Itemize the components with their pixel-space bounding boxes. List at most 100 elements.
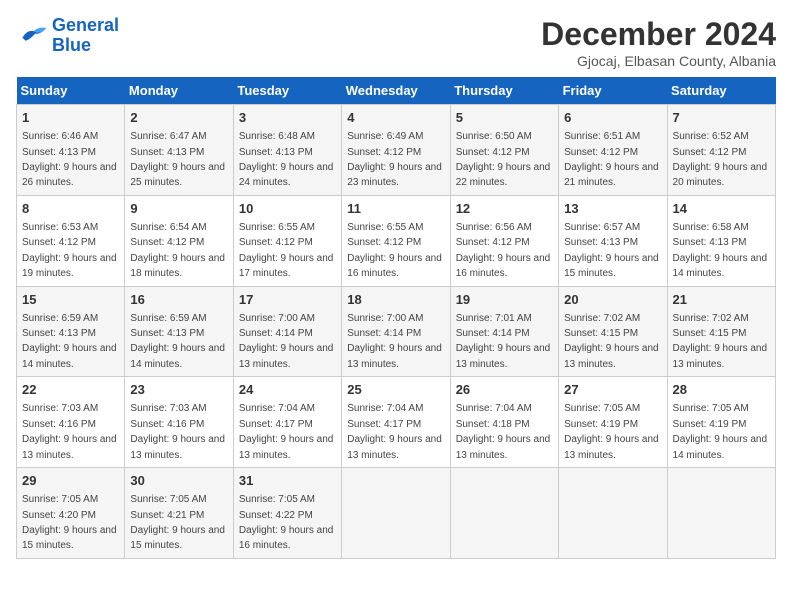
sunset-info: Sunset: 4:13 PM	[130, 328, 204, 339]
sunrise-info: Sunrise: 7:00 AM	[239, 313, 315, 324]
daylight-info: Daylight: 9 hours and 22 minutes.	[456, 162, 551, 188]
daylight-info: Daylight: 9 hours and 19 minutes.	[22, 253, 117, 279]
day-number: 28	[673, 381, 770, 399]
calendar-cell: 24 Sunrise: 7:04 AM Sunset: 4:17 PM Dayl…	[233, 377, 341, 468]
sunrise-info: Sunrise: 6:52 AM	[673, 131, 749, 142]
sunrise-info: Sunrise: 7:01 AM	[456, 313, 532, 324]
sunset-info: Sunset: 4:17 PM	[239, 419, 313, 430]
sunrise-info: Sunrise: 6:48 AM	[239, 131, 315, 142]
calendar-cell: 31 Sunrise: 7:05 AM Sunset: 4:22 PM Dayl…	[233, 468, 341, 559]
sunset-info: Sunset: 4:22 PM	[239, 510, 313, 521]
sunrise-info: Sunrise: 7:00 AM	[347, 313, 423, 324]
weekday-header-sunday: Sunday	[17, 77, 125, 105]
sunset-info: Sunset: 4:12 PM	[239, 237, 313, 248]
sunrise-info: Sunrise: 6:47 AM	[130, 131, 206, 142]
calendar-cell: 18 Sunrise: 7:00 AM Sunset: 4:14 PM Dayl…	[342, 286, 450, 377]
sunset-info: Sunset: 4:19 PM	[564, 419, 638, 430]
sunset-info: Sunset: 4:12 PM	[347, 147, 421, 158]
day-number: 10	[239, 200, 336, 218]
daylight-info: Daylight: 9 hours and 13 minutes.	[347, 343, 442, 369]
sunrise-info: Sunrise: 7:02 AM	[564, 313, 640, 324]
day-number: 20	[564, 291, 661, 309]
day-number: 29	[22, 472, 119, 490]
sunset-info: Sunset: 4:15 PM	[564, 328, 638, 339]
sunrise-info: Sunrise: 6:57 AM	[564, 222, 640, 233]
daylight-info: Daylight: 9 hours and 14 minutes.	[673, 434, 768, 460]
sunrise-info: Sunrise: 7:05 AM	[673, 403, 749, 414]
sunrise-info: Sunrise: 6:53 AM	[22, 222, 98, 233]
calendar-cell: 1 Sunrise: 6:46 AM Sunset: 4:13 PM Dayli…	[17, 105, 125, 196]
sunset-info: Sunset: 4:14 PM	[239, 328, 313, 339]
calendar-cell: 19 Sunrise: 7:01 AM Sunset: 4:14 PM Dayl…	[450, 286, 558, 377]
sunrise-info: Sunrise: 7:05 AM	[239, 494, 315, 505]
sunset-info: Sunset: 4:19 PM	[673, 419, 747, 430]
day-number: 30	[130, 472, 227, 490]
daylight-info: Daylight: 9 hours and 26 minutes.	[22, 162, 117, 188]
weekday-header-friday: Friday	[559, 77, 667, 105]
calendar-cell: 15 Sunrise: 6:59 AM Sunset: 4:13 PM Dayl…	[17, 286, 125, 377]
calendar-cell	[667, 468, 775, 559]
month-title: December 2024	[541, 16, 776, 53]
calendar-cell: 9 Sunrise: 6:54 AM Sunset: 4:12 PM Dayli…	[125, 195, 233, 286]
day-number: 11	[347, 200, 444, 218]
sunset-info: Sunset: 4:14 PM	[347, 328, 421, 339]
sunset-info: Sunset: 4:13 PM	[564, 237, 638, 248]
day-number: 21	[673, 291, 770, 309]
calendar-cell: 13 Sunrise: 6:57 AM Sunset: 4:13 PM Dayl…	[559, 195, 667, 286]
sunrise-info: Sunrise: 7:04 AM	[456, 403, 532, 414]
calendar-cell: 16 Sunrise: 6:59 AM Sunset: 4:13 PM Dayl…	[125, 286, 233, 377]
calendar-cell: 29 Sunrise: 7:05 AM Sunset: 4:20 PM Dayl…	[17, 468, 125, 559]
calendar-cell	[559, 468, 667, 559]
sunset-info: Sunset: 4:12 PM	[673, 147, 747, 158]
sunset-info: Sunset: 4:12 PM	[130, 237, 204, 248]
day-number: 1	[22, 109, 119, 127]
page-header: General Blue December 2024 Gjocaj, Elbas…	[16, 16, 776, 69]
sunrise-info: Sunrise: 7:03 AM	[22, 403, 98, 414]
daylight-info: Daylight: 9 hours and 15 minutes.	[22, 525, 117, 551]
daylight-info: Daylight: 9 hours and 13 minutes.	[22, 434, 117, 460]
sunset-info: Sunset: 4:13 PM	[22, 147, 96, 158]
daylight-info: Daylight: 9 hours and 13 minutes.	[130, 434, 225, 460]
sunset-info: Sunset: 4:12 PM	[564, 147, 638, 158]
sunset-info: Sunset: 4:21 PM	[130, 510, 204, 521]
day-number: 14	[673, 200, 770, 218]
calendar-cell: 14 Sunrise: 6:58 AM Sunset: 4:13 PM Dayl…	[667, 195, 775, 286]
calendar-cell: 28 Sunrise: 7:05 AM Sunset: 4:19 PM Dayl…	[667, 377, 775, 468]
sunrise-info: Sunrise: 7:03 AM	[130, 403, 206, 414]
day-number: 23	[130, 381, 227, 399]
calendar-cell	[342, 468, 450, 559]
sunrise-info: Sunrise: 6:59 AM	[22, 313, 98, 324]
sunrise-info: Sunrise: 7:04 AM	[347, 403, 423, 414]
daylight-info: Daylight: 9 hours and 16 minutes.	[347, 253, 442, 279]
day-number: 8	[22, 200, 119, 218]
day-number: 27	[564, 381, 661, 399]
day-number: 7	[673, 109, 770, 127]
week-row-1: 1 Sunrise: 6:46 AM Sunset: 4:13 PM Dayli…	[17, 105, 776, 196]
calendar-cell: 20 Sunrise: 7:02 AM Sunset: 4:15 PM Dayl…	[559, 286, 667, 377]
sunset-info: Sunset: 4:18 PM	[456, 419, 530, 430]
calendar-cell: 22 Sunrise: 7:03 AM Sunset: 4:16 PM Dayl…	[17, 377, 125, 468]
daylight-info: Daylight: 9 hours and 13 minutes.	[456, 434, 551, 460]
sunrise-info: Sunrise: 7:02 AM	[673, 313, 749, 324]
calendar-table: SundayMondayTuesdayWednesdayThursdayFrid…	[16, 77, 776, 559]
sunrise-info: Sunrise: 7:05 AM	[22, 494, 98, 505]
day-number: 6	[564, 109, 661, 127]
daylight-info: Daylight: 9 hours and 14 minutes.	[673, 253, 768, 279]
calendar-body: 1 Sunrise: 6:46 AM Sunset: 4:13 PM Dayli…	[17, 105, 776, 559]
daylight-info: Daylight: 9 hours and 15 minutes.	[564, 253, 659, 279]
day-number: 25	[347, 381, 444, 399]
calendar-cell: 12 Sunrise: 6:56 AM Sunset: 4:12 PM Dayl…	[450, 195, 558, 286]
daylight-info: Daylight: 9 hours and 14 minutes.	[22, 343, 117, 369]
week-row-2: 8 Sunrise: 6:53 AM Sunset: 4:12 PM Dayli…	[17, 195, 776, 286]
logo-icon	[16, 22, 48, 50]
daylight-info: Daylight: 9 hours and 17 minutes.	[239, 253, 334, 279]
day-number: 4	[347, 109, 444, 127]
sunset-info: Sunset: 4:13 PM	[130, 147, 204, 158]
location: Gjocaj, Elbasan County, Albania	[541, 53, 776, 69]
sunset-info: Sunset: 4:12 PM	[22, 237, 96, 248]
sunrise-info: Sunrise: 6:51 AM	[564, 131, 640, 142]
day-number: 24	[239, 381, 336, 399]
sunset-info: Sunset: 4:16 PM	[130, 419, 204, 430]
calendar-cell: 6 Sunrise: 6:51 AM Sunset: 4:12 PM Dayli…	[559, 105, 667, 196]
day-number: 31	[239, 472, 336, 490]
